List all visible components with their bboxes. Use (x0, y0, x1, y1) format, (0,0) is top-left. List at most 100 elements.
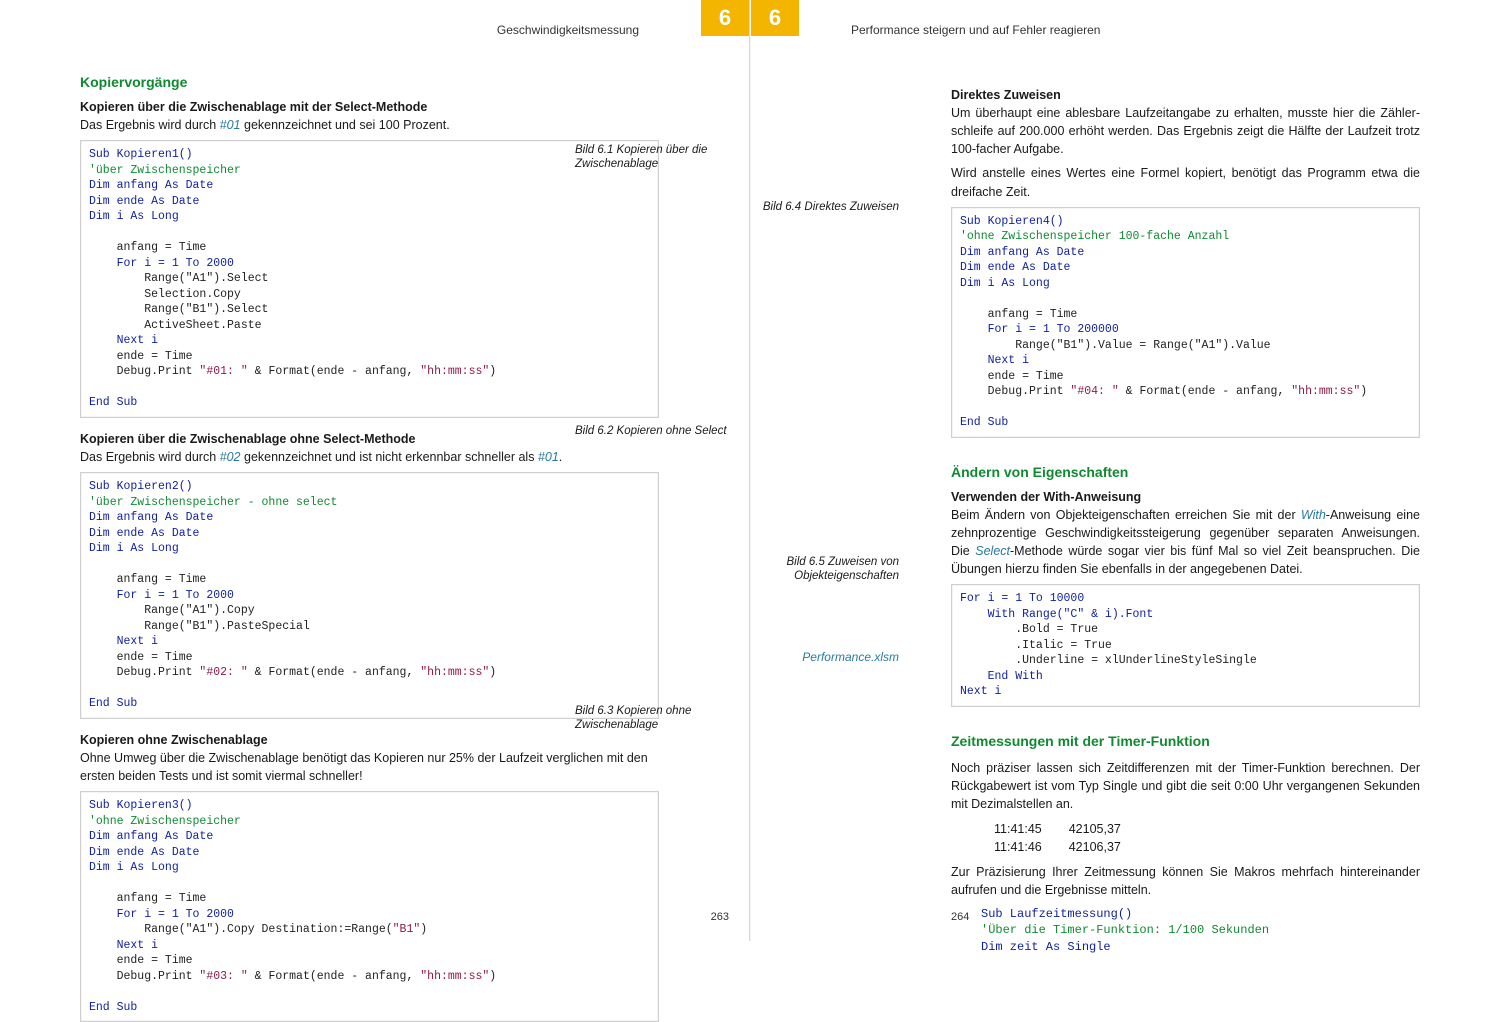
page-number-right: 264 (951, 911, 969, 923)
code-line: Dim anfang As Date (89, 830, 213, 843)
code-line: Dim anfang As Date (89, 179, 213, 192)
code-line: "B1" (393, 923, 421, 936)
section-heading-kopiervorgaenge: Kopiervorgänge (80, 74, 659, 90)
code-kopieren2: Sub Kopieren2() 'über Zwischenspeicher -… (80, 472, 659, 719)
timer-value-table: 11:41:45 42105,37 11:41:46 42106,37 (991, 819, 1124, 857)
code-line: Range("A1").Copy Destination:=Range( (89, 923, 393, 936)
chapter-tab-right: 6 (751, 0, 799, 36)
code-line: "#04: " (1070, 385, 1118, 398)
text: gekennzeichnet und ist nicht erkennbar s… (241, 450, 538, 464)
code-line: Range("B1").Select (89, 303, 268, 316)
code-ref-02: #02 (220, 450, 241, 464)
keyword-select: Select (975, 544, 1010, 558)
keyword-with: With (1301, 508, 1326, 522)
code-line: Sub Kopieren1() (89, 148, 193, 161)
fig-caption-6-1: Bild 6.1 Kopieren über die Zwischenablag… (575, 143, 735, 172)
subhead-with-anweisung: Verwenden der With-Anweisung (951, 490, 1420, 504)
code-line: 'über Zwischenspeicher (89, 164, 241, 177)
code-line: Sub Kopieren3() (89, 799, 193, 812)
code-line: Dim i As Long (960, 277, 1050, 290)
timer-value: 42105,37 (1068, 821, 1122, 837)
code-line: Dim anfang As Date (960, 246, 1084, 259)
code-line: "hh:mm:ss" (420, 666, 489, 679)
fig-caption-6-3: Bild 6.3 Kopieren ohne Zwischenablage (575, 704, 735, 733)
code-line: For i = 1 To 2000 (89, 257, 234, 270)
code-laufzeitmessung: Sub Laufzeitmessung() 'Über die Timer-Fu… (981, 906, 1420, 956)
code-line: End Sub (89, 1001, 137, 1014)
code-kopieren4: Sub Kopieren4() 'ohne Zwischenspeicher 1… (951, 207, 1420, 438)
code-line: ) (489, 365, 496, 378)
code-line: "hh:mm:ss" (1291, 385, 1360, 398)
para-ohne-zwischenablage: Ohne Umweg über die Zwischenablage benöt… (80, 749, 659, 785)
code-line: Range("B1").Value = Range("A1").Value (960, 339, 1271, 352)
running-head-right: Performance steigern und auf Fehler reag… (831, 12, 1420, 48)
code-line: ende = Time (89, 350, 193, 363)
page-body-left: Kopiervorgänge Kopieren über die Zwische… (80, 74, 659, 1022)
code-line: Range("A1").Select (89, 272, 268, 285)
code-line: "#03: " (199, 970, 247, 983)
code-line: Next i (89, 635, 158, 648)
code-line: End Sub (89, 396, 137, 409)
code-line: Dim i As Long (89, 542, 179, 555)
code-line: .Bold = True (960, 623, 1098, 636)
para-select-methode: Das Ergebnis wird durch #01 gekennzeichn… (80, 116, 659, 134)
code-line: & Format(ende - anfang, (248, 365, 421, 378)
code-line: Dim ende As Date (89, 527, 199, 540)
code-line: End Sub (960, 416, 1008, 429)
running-head-title-left: Geschwindigkeitsmessung (497, 23, 639, 37)
code-line: 'Über die Timer-Funktion: 1/100 Sekunden (981, 923, 1269, 937)
timer-value: 42106,37 (1068, 839, 1122, 855)
code-line: Debug.Print (960, 385, 1070, 398)
fig-caption-6-2: Bild 6.2 Kopieren ohne Select (575, 424, 727, 438)
code-line: Selection.Copy (89, 288, 241, 301)
code-line: Dim ende As Date (960, 261, 1070, 274)
code-line: & Format(ende - anfang, (248, 666, 421, 679)
page-left: 6 Geschwindigkeitsmessung Kopiervorgänge… (0, 0, 750, 941)
code-line: Sub Kopieren4() (960, 215, 1064, 228)
code-ref-01b: #01 (538, 450, 559, 464)
subhead-ohne-zwischenablage: Kopieren ohne Zwischenablage (80, 733, 659, 747)
code-line: ende = Time (89, 651, 193, 664)
code-line: "hh:mm:ss" (420, 970, 489, 983)
code-line: & Format(ende - anfang, (248, 970, 421, 983)
para-timer-2: Zur Präzisierung Ihrer Zeitmessung könne… (951, 863, 1420, 899)
code-line: Sub Laufzeitmessung() (981, 907, 1132, 921)
code-line: ) (1360, 385, 1367, 398)
code-line: Range("A1").Copy (89, 604, 255, 617)
code-line: Next i (89, 334, 158, 347)
para-with-anweisung: Beim Ändern von Objekteigenschaften erre… (951, 506, 1420, 579)
code-line: Dim ende As Date (89, 846, 199, 859)
code-line: "#02: " (199, 666, 247, 679)
code-line: ) (489, 666, 496, 679)
code-line: ) (420, 923, 427, 936)
code-line: ende = Time (960, 370, 1064, 383)
page-right: 6 Performance steigern und auf Fehler re… (750, 0, 1500, 941)
code-line: Dim ende As Date (89, 195, 199, 208)
code-line: "hh:mm:ss" (420, 365, 489, 378)
fig-caption-6-4: Bild 6.4 Direktes Zuweisen (763, 200, 899, 214)
code-line: ) (489, 970, 496, 983)
code-line: For i = 1 To 10000 (960, 592, 1084, 605)
subhead-ohne-select: Kopieren über die Zwischenablage ohne Se… (80, 432, 659, 446)
code-line: Dim anfang As Date (89, 511, 213, 524)
code-line: Next i (960, 685, 1001, 698)
code-line: Dim i As Long (89, 861, 179, 874)
para-timer-1: Noch präziser lassen sich Zeitdifferenze… (951, 759, 1420, 813)
code-line: ActiveSheet.Paste (89, 319, 262, 332)
code-line: 'ohne Zwischenspeicher (89, 815, 241, 828)
running-head-left: Geschwindigkeitsmessung (80, 12, 659, 48)
subhead-select-methode: Kopieren über die Zwischenablage mit der… (80, 100, 659, 114)
text: Das Ergebnis wird durch (80, 450, 220, 464)
code-line: Dim zeit As Single (981, 940, 1111, 954)
para-direktes-zuweisen-2: Wird anstelle eines Wertes eine Formel k… (951, 164, 1420, 200)
code-line: End Sub (89, 697, 137, 710)
running-head-title-right: Performance steigern und auf Fehler reag… (851, 23, 1100, 37)
code-line: Dim i As Long (89, 210, 179, 223)
table-row: 11:41:45 42105,37 (993, 821, 1122, 837)
code-line: anfang = Time (89, 241, 206, 254)
text: . (559, 450, 562, 464)
code-line: End With (960, 670, 1043, 683)
para-direktes-zuweisen-1: Um überhaupt eine ablesbare Laufzeitanga… (951, 104, 1420, 158)
section-heading-eigenschaften: Ändern von Eigenschaften (951, 464, 1420, 480)
code-line: Sub Kopieren2() (89, 480, 193, 493)
